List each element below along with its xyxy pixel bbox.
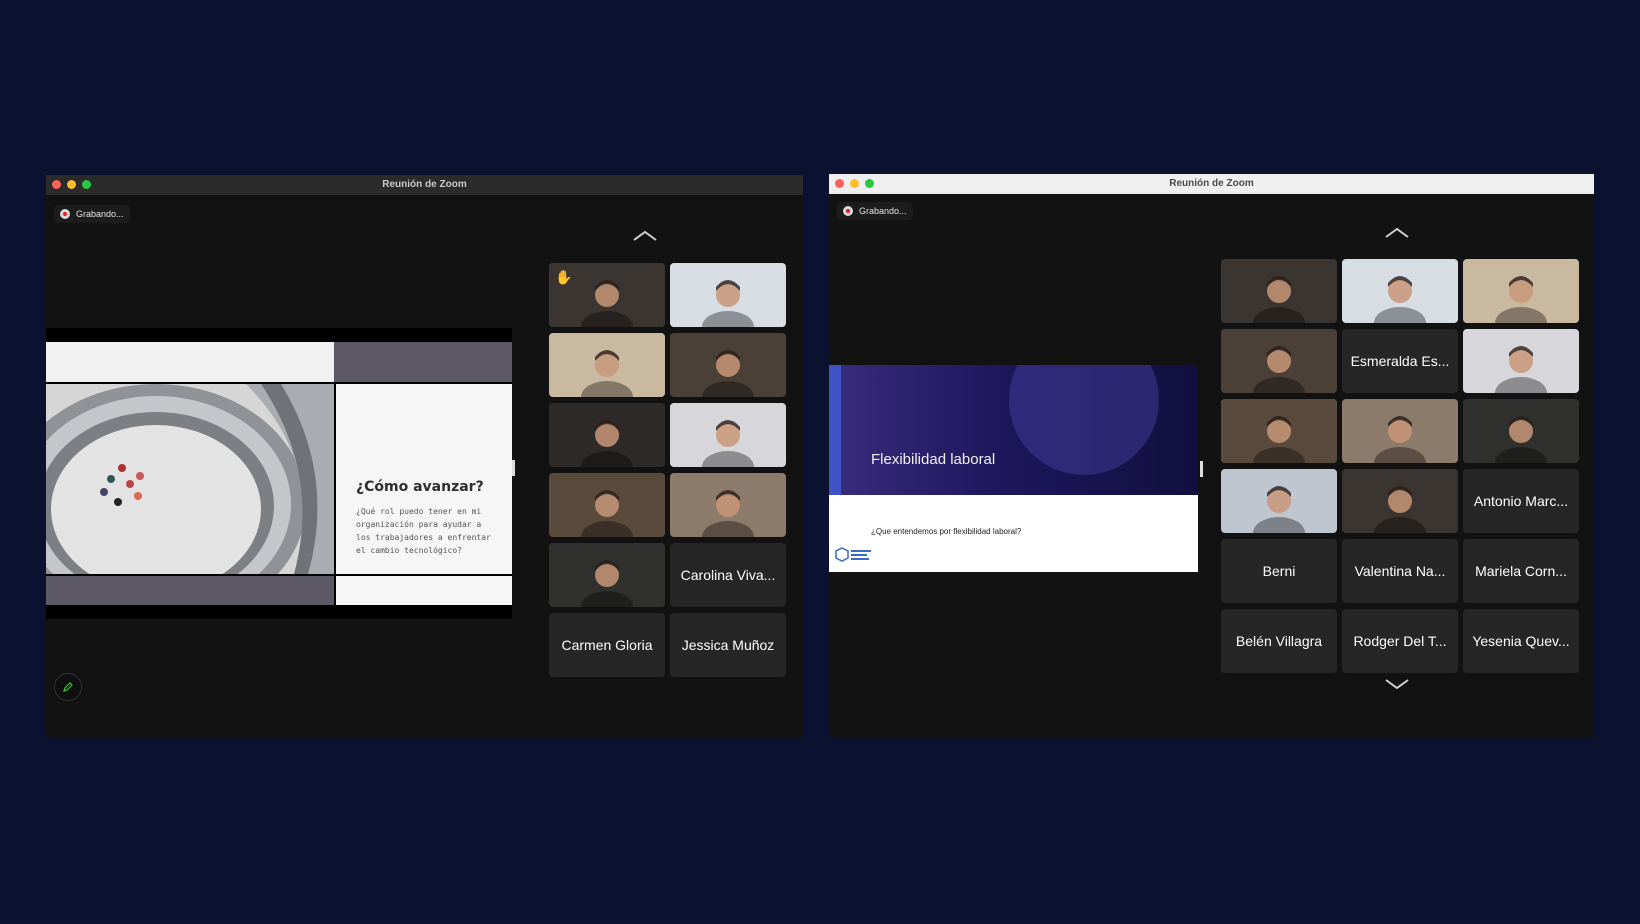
participant-tile[interactable] <box>549 333 665 397</box>
participant-tile[interactable] <box>549 543 665 607</box>
participant-video <box>670 263 786 327</box>
chevron-up-icon[interactable] <box>632 229 657 243</box>
window-title: Reunión de Zoom <box>382 179 467 190</box>
participant-video <box>1342 399 1458 463</box>
title-bar[interactable]: Reunión de Zoom <box>46 175 803 195</box>
record-icon <box>60 209 70 219</box>
participant-tile[interactable]: Yesenia Quev... <box>1463 609 1579 673</box>
raised-hand-icon: ✋ <box>555 269 573 285</box>
split-divider-handle[interactable] <box>512 460 515 476</box>
participant-tile[interactable] <box>1463 329 1579 393</box>
participant-name: Esmeralda Es... <box>1350 353 1450 369</box>
slide-band <box>46 576 334 605</box>
split-divider-handle[interactable] <box>1200 461 1203 477</box>
participant-name: Antonio Marc... <box>1473 493 1569 509</box>
participant-name: Jessica Muñoz <box>681 637 775 653</box>
participant-name: Yesenia Quev... <box>1472 633 1570 649</box>
zoom-window-left: Reunión de Zoom Grabando... ¿Cómo avanza… <box>46 175 803 738</box>
participant-tile[interactable] <box>1463 399 1579 463</box>
record-icon <box>843 206 853 216</box>
participant-tile[interactable] <box>1221 399 1337 463</box>
shared-screen: Flexibilidad laboral ¿Que entendemos por… <box>829 365 1198 572</box>
slide-question: ¿Que entendemos por flexibilidad laboral… <box>871 527 1022 536</box>
chevron-down-icon[interactable] <box>1384 677 1409 691</box>
participant-tile[interactable] <box>1221 259 1337 323</box>
slide-header: Flexibilidad laboral <box>829 365 1198 495</box>
participant-tile[interactable] <box>549 473 665 537</box>
participant-tile[interactable]: Belén Villagra <box>1221 609 1337 673</box>
participant-tile[interactable] <box>1463 259 1579 323</box>
participant-video <box>670 333 786 397</box>
participant-tile[interactable]: Mariela Corn... <box>1463 539 1579 603</box>
recording-indicator[interactable]: Grabando... <box>54 205 130 223</box>
pencil-icon <box>63 682 73 692</box>
participant-tile[interactable] <box>1342 259 1458 323</box>
slide-content: ¿Que entendemos por flexibilidad laboral… <box>829 495 1198 572</box>
recording-indicator[interactable]: Grabando... <box>837 202 913 220</box>
participant-name: Rodger Del T... <box>1353 633 1447 649</box>
participant-video <box>670 473 786 537</box>
participant-video <box>1221 469 1337 533</box>
participant-name: Valentina Na... <box>1354 563 1446 579</box>
slide-title: ¿Cómo avanzar? <box>356 479 484 495</box>
participant-tile[interactable] <box>670 333 786 397</box>
recording-label: Grabando... <box>76 209 124 219</box>
participant-name: Berni <box>1262 563 1296 579</box>
participant-video <box>1342 469 1458 533</box>
window-title: Reunión de Zoom <box>1169 178 1254 189</box>
recording-label: Grabando... <box>859 206 907 216</box>
slide-band <box>334 342 512 382</box>
title-bar[interactable]: Reunión de Zoom <box>829 174 1594 194</box>
participant-video <box>1221 259 1337 323</box>
participant-tile[interactable] <box>549 403 665 467</box>
participant-video <box>549 473 665 537</box>
slide-band <box>336 576 512 605</box>
slide-photo <box>46 384 334 574</box>
participant-tile[interactable] <box>1342 399 1458 463</box>
slide-accent-bar <box>829 365 841 495</box>
slide-decoration <box>1009 365 1159 475</box>
annotate-button[interactable] <box>54 673 82 701</box>
participant-video <box>549 333 665 397</box>
participant-video <box>1463 329 1579 393</box>
participant-name: Carolina Viva... <box>680 567 776 583</box>
slide-text-panel: ¿Cómo avanzar? ¿Qué rol puedo tener en m… <box>336 384 512 574</box>
participant-video <box>1221 399 1337 463</box>
participant-video <box>1342 259 1458 323</box>
participant-tile[interactable]: Antonio Marc... <box>1463 469 1579 533</box>
organization-logo-icon <box>835 547 871 562</box>
participant-tile[interactable] <box>670 473 786 537</box>
participant-video <box>1463 399 1579 463</box>
participant-video <box>549 403 665 467</box>
participant-tile[interactable]: Berni <box>1221 539 1337 603</box>
participant-tile[interactable]: ✋ <box>549 263 665 327</box>
participant-video <box>549 543 665 607</box>
participant-tile[interactable]: Rodger Del T... <box>1342 609 1458 673</box>
participant-tile[interactable]: Carmen Gloria <box>549 613 665 677</box>
participant-video <box>1463 259 1579 323</box>
slide-band <box>46 342 334 382</box>
participant-name: Belén Villagra <box>1235 633 1323 649</box>
participant-name: Mariela Corn... <box>1475 563 1567 579</box>
participant-video <box>1221 329 1337 393</box>
participant-tile[interactable] <box>1221 469 1337 533</box>
participant-video <box>670 403 786 467</box>
participant-tile[interactable] <box>1342 469 1458 533</box>
participant-tile[interactable]: Valentina Na... <box>1342 539 1458 603</box>
slide-body: ¿Qué rol puedo tener en mi organización … <box>356 507 491 555</box>
zoom-window-right: Reunión de Zoom Grabando... Flexibilidad… <box>829 174 1594 738</box>
participant-tile[interactable] <box>1221 329 1337 393</box>
participant-tile[interactable] <box>670 263 786 327</box>
participant-tile[interactable]: Carolina Viva... <box>670 543 786 607</box>
participant-tile[interactable]: Jessica Muñoz <box>670 613 786 677</box>
participant-tile[interactable]: Esmeralda Es... <box>1342 329 1458 393</box>
chevron-up-icon[interactable] <box>1384 226 1409 240</box>
slide-title: Flexibilidad laboral <box>871 451 996 468</box>
participant-name: Carmen Gloria <box>561 637 653 653</box>
participant-tile[interactable] <box>670 403 786 467</box>
shared-screen: ¿Cómo avanzar? ¿Qué rol puedo tener en m… <box>46 328 512 619</box>
